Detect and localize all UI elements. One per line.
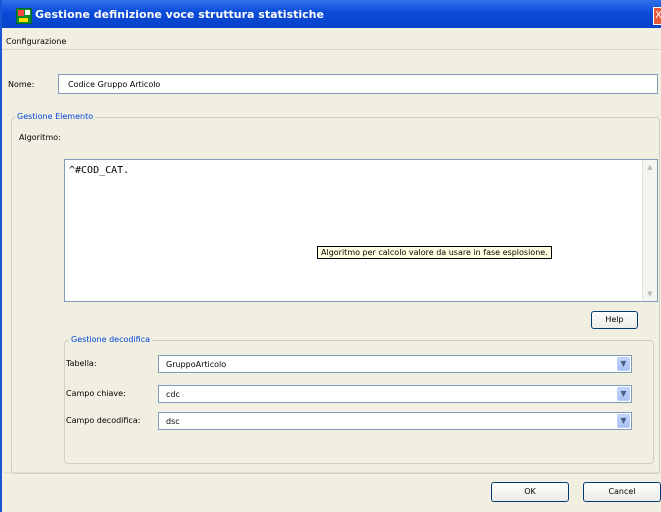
menu-item-configurazione[interactable]: Configurazione [6, 37, 66, 46]
chevron-down-icon[interactable]: ▼ [617, 387, 630, 401]
algorithm-textarea[interactable]: ^#COD_CAT. ▲ ▼ [64, 159, 658, 302]
table-select[interactable]: GruppoArticolo ▼ [158, 355, 632, 373]
algorithm-label: Algoritmo: [19, 133, 61, 142]
ok-button[interactable]: OK [491, 482, 569, 502]
name-field-value: Codice Gruppo Articolo [68, 80, 161, 89]
decode-field-select[interactable]: dsc ▼ [158, 412, 632, 430]
algorithm-tooltip: Algoritmo per calcolo valore da usare in… [317, 246, 552, 259]
window-title: Gestione definizione voce struttura stat… [35, 8, 324, 21]
scroll-up-icon[interactable]: ▲ [644, 161, 656, 173]
dialog-window: Gestione definizione voce struttura stat… [0, 0, 661, 512]
menu-bar: Configurazione [2, 35, 661, 50]
table-label: Tabella: [66, 359, 97, 368]
name-field[interactable]: Codice Gruppo Articolo [58, 74, 658, 94]
help-button[interactable]: Help [591, 311, 638, 329]
name-label: Nome: [8, 80, 35, 89]
scroll-down-icon[interactable]: ▼ [644, 288, 656, 300]
algorithm-scrollbar[interactable]: ▲ ▼ [642, 160, 657, 301]
algorithm-text: ^#COD_CAT. [69, 165, 130, 176]
cancel-button[interactable]: Cancel [583, 482, 661, 502]
table-select-value: GruppoArticolo [166, 360, 227, 369]
footer-divider [4, 472, 661, 473]
app-icon [16, 8, 32, 24]
key-field-select[interactable]: cdc ▼ [158, 385, 632, 403]
title-bar[interactable]: Gestione definizione voce struttura stat… [2, 0, 661, 28]
close-icon[interactable]: X [653, 7, 661, 25]
chevron-down-icon[interactable]: ▼ [617, 414, 630, 428]
key-field-label: Campo chiave: [66, 389, 126, 398]
chevron-down-icon[interactable]: ▼ [617, 357, 630, 371]
decode-field-select-value: dsc [166, 417, 180, 426]
decode-field-label: Campo decodifica: [66, 416, 141, 425]
key-field-select-value: cdc [166, 390, 180, 399]
element-group-legend: Gestione Elemento [15, 112, 96, 121]
decode-group-legend: Gestione decodifica [69, 335, 153, 344]
